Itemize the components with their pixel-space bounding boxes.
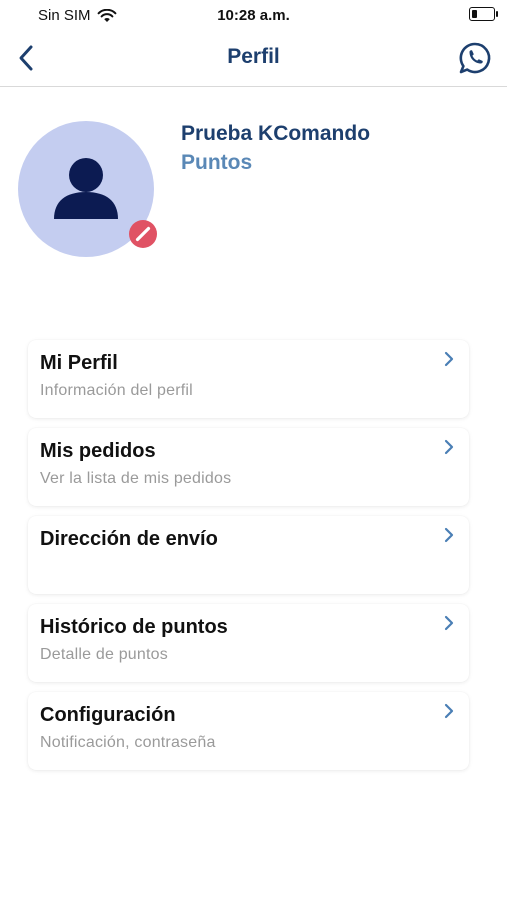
profile-points: Puntos (181, 151, 253, 174)
menu-item-mi-perfil[interactable]: Mi Perfil Información del perfil (28, 340, 469, 418)
status-bar: Sin SIM 10:28 a.m. (0, 0, 507, 32)
chevron-right-icon (444, 615, 454, 631)
page-title: Perfil (227, 45, 280, 68)
user-icon (54, 158, 118, 219)
whatsapp-icon (459, 42, 491, 74)
profile-menu: Mi Perfil Información del perfil Mis ped… (28, 340, 469, 780)
nav-bar: Perfil (0, 32, 507, 87)
menu-item-title: Dirección de envío (40, 528, 218, 550)
chevron-right-icon (444, 351, 454, 367)
menu-item-historico-puntos[interactable]: Histórico de puntos Detalle de puntos (28, 604, 469, 682)
profile-name: Prueba KComando (181, 122, 371, 145)
chevron-right-icon (444, 439, 454, 455)
whatsapp-button[interactable] (455, 38, 495, 78)
battery-icon (469, 7, 498, 21)
blocked-badge-icon (129, 220, 157, 248)
menu-item-title: Mi Perfil (40, 352, 118, 374)
chevron-right-icon (444, 527, 454, 543)
chevron-right-icon (444, 703, 454, 719)
menu-item-subtitle: Detalle de puntos (40, 646, 168, 663)
menu-item-subtitle: Información del perfil (40, 382, 193, 399)
menu-item-title: Configuración (40, 704, 176, 726)
menu-item-direccion-envio[interactable]: Dirección de envío (28, 516, 469, 594)
menu-item-title: Mis pedidos (40, 440, 156, 462)
menu-item-title: Histórico de puntos (40, 616, 228, 638)
clock: 10:28 a.m. (217, 7, 290, 24)
menu-item-mis-pedidos[interactable]: Mis pedidos Ver la lista de mis pedidos (28, 428, 469, 506)
menu-item-subtitle: Notificación, contraseña (40, 734, 216, 751)
menu-item-configuracion[interactable]: Configuración Notificación, contraseña (28, 692, 469, 770)
menu-item-subtitle: Ver la lista de mis pedidos (40, 470, 232, 487)
